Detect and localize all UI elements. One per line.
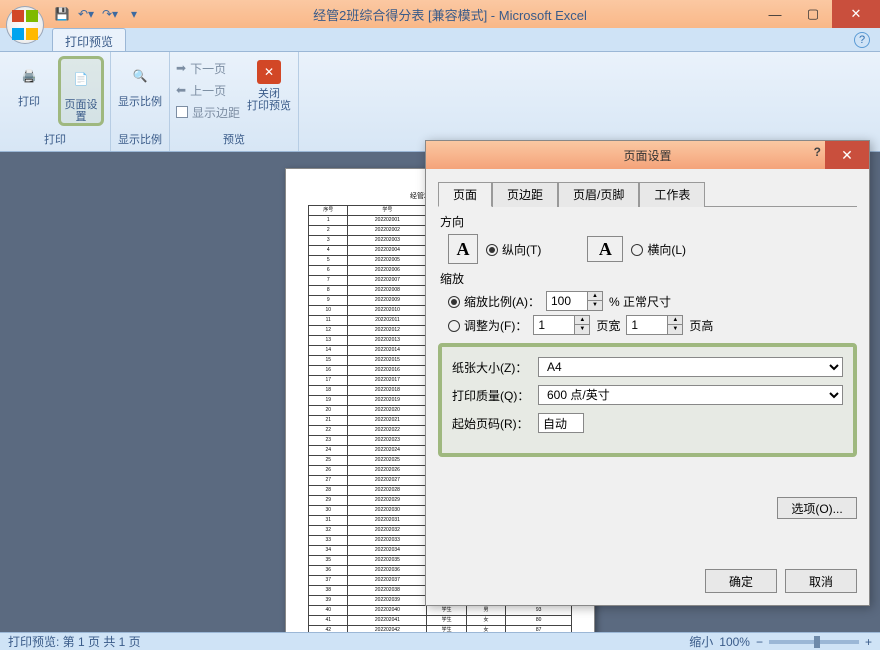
close-label-1: 关闭 — [258, 88, 280, 100]
portrait-radio[interactable]: 纵向(T) — [486, 241, 541, 258]
portrait-icon: A — [448, 234, 478, 264]
dialog-title: 页面设置 — [623, 147, 671, 164]
first-page-input[interactable] — [538, 413, 584, 433]
tab-print-preview[interactable]: 打印预览 — [52, 28, 126, 51]
ribbon: 🖨️ 打印 📄 页面设置 打印 🔍 显示比例 显示比例 ➡下一页 ⬅上一页 显示… — [0, 52, 880, 152]
print-quality-select[interactable]: 600 点/英寸 — [538, 385, 843, 405]
fit-width-input[interactable] — [533, 315, 575, 335]
fit-width-spinner[interactable]: ▲▼ — [533, 315, 590, 335]
print-button[interactable]: 🖨️ 打印 — [6, 56, 52, 108]
group-print-label: 打印 — [44, 131, 66, 147]
status-bar: 打印预览: 第 1 页 共 1 页 缩小 100% − + — [0, 632, 880, 650]
scale-label: 缩放 — [440, 270, 857, 287]
group-print: 🖨️ 打印 📄 页面设置 打印 — [0, 52, 111, 151]
show-margins-check[interactable]: 显示边距 — [176, 102, 240, 122]
landscape-icon: A — [587, 236, 623, 262]
window-title: 经管2班综合得分表 [兼容模式] - Microsoft Excel — [144, 5, 756, 24]
status-zoom-label: 缩小 — [689, 633, 713, 650]
zoom-slider[interactable] — [769, 640, 859, 644]
maximize-button[interactable]: ▢ — [794, 0, 832, 28]
tab-page[interactable]: 页面 — [438, 182, 492, 207]
zoom-minus-button[interactable]: − — [756, 635, 763, 649]
page-setup-button[interactable]: 📄 页面设置 — [58, 56, 104, 126]
tab-header-footer[interactable]: 页眉/页脚 — [558, 182, 639, 207]
dialog-title-bar[interactable]: 页面设置 ? ✕ — [426, 141, 869, 169]
paper-section-highlight: 纸张大小(Z)： A4 打印质量(Q)： 600 点/英寸 起始页码(R)： — [438, 343, 857, 457]
undo-icon[interactable]: ↶▾ — [76, 4, 96, 24]
tab-margins[interactable]: 页边距 — [492, 182, 558, 207]
nav-buttons: ➡下一页 ⬅上一页 显示边距 — [176, 56, 240, 122]
landscape-radio[interactable]: 横向(L) — [631, 241, 686, 258]
orientation-label: 方向 — [440, 213, 857, 230]
print-label: 打印 — [18, 96, 40, 108]
fit-height-spinner[interactable]: ▲▼ — [626, 315, 683, 335]
tab-sheet[interactable]: 工作表 — [639, 182, 705, 207]
paper-size-select[interactable]: A4 — [538, 357, 843, 377]
fit-width-label: 页宽 — [596, 317, 620, 334]
save-icon[interactable]: 💾 — [52, 4, 72, 24]
title-bar: 💾 ↶▾ ↷▾ ▾ 经管2班综合得分表 [兼容模式] - Microsoft E… — [0, 0, 880, 28]
ribbon-tab-row: 打印预览 ? — [0, 28, 880, 52]
dialog-tabs: 页面 页边距 页眉/页脚 工作表 — [438, 181, 857, 207]
zoom-button[interactable]: 🔍 显示比例 — [117, 56, 163, 108]
status-page-info: 打印预览: 第 1 页 共 1 页 — [8, 633, 141, 650]
pct-suffix: % 正常尺寸 — [609, 293, 671, 310]
close-label-2: 打印预览 — [247, 100, 291, 112]
qat-more-icon[interactable]: ▾ — [124, 4, 144, 24]
group-preview: ➡下一页 ⬅上一页 显示边距 ✕ 关闭 打印预览 预览 — [170, 52, 299, 151]
group-zoom: 🔍 显示比例 显示比例 — [111, 52, 170, 151]
status-zoom-pct: 100% — [719, 635, 750, 649]
print-quality-label: 打印质量(Q)： — [452, 387, 538, 404]
zoom-plus-button[interactable]: + — [865, 635, 872, 649]
printer-icon: 🖨️ — [13, 60, 45, 92]
close-preview-button[interactable]: ✕ 关闭 打印预览 — [246, 56, 292, 112]
fit-to-radio[interactable]: 调整为(F)： — [448, 317, 527, 334]
window-buttons: — ▢ ✕ — [756, 0, 880, 28]
next-page-button: ➡下一页 — [176, 58, 240, 78]
paper-size-label: 纸张大小(Z)： — [452, 359, 538, 376]
redo-icon[interactable]: ↷▾ — [100, 4, 120, 24]
ok-button[interactable]: 确定 — [705, 569, 777, 593]
prev-page-button: ⬅上一页 — [176, 80, 240, 100]
help-icon[interactable]: ? — [854, 32, 870, 48]
magnifier-icon: 🔍 — [124, 60, 156, 92]
options-button[interactable]: 选项(O)... — [777, 497, 857, 519]
dialog-help-button[interactable]: ? — [814, 145, 821, 159]
scale-percent-spinner[interactable]: ▲▼ — [546, 291, 603, 311]
zoom-label: 显示比例 — [118, 96, 162, 108]
cancel-button[interactable]: 取消 — [785, 569, 857, 593]
quick-access-toolbar: 💾 ↶▾ ↷▾ ▾ — [52, 4, 144, 24]
close-button[interactable]: ✕ — [832, 0, 880, 28]
close-icon: ✕ — [257, 60, 281, 84]
minimize-button[interactable]: — — [756, 0, 794, 28]
fit-height-input[interactable] — [626, 315, 668, 335]
group-preview-label: 预览 — [223, 131, 245, 147]
fit-height-label: 页高 — [689, 317, 713, 334]
page-setup-dialog: 页面设置 ? ✕ 页面 页边距 页眉/页脚 工作表 方向 A 纵向(T) A 横… — [425, 140, 870, 606]
page-setup-icon: 📄 — [65, 63, 97, 95]
group-zoom-label: 显示比例 — [118, 131, 162, 147]
dialog-close-button[interactable]: ✕ — [825, 141, 869, 169]
office-button[interactable] — [6, 6, 44, 44]
scale-percent-input[interactable] — [546, 291, 588, 311]
scale-percent-radio[interactable]: 缩放比例(A)： — [448, 293, 540, 310]
first-page-label: 起始页码(R)： — [452, 415, 538, 432]
page-setup-label: 页面设置 — [61, 99, 101, 123]
